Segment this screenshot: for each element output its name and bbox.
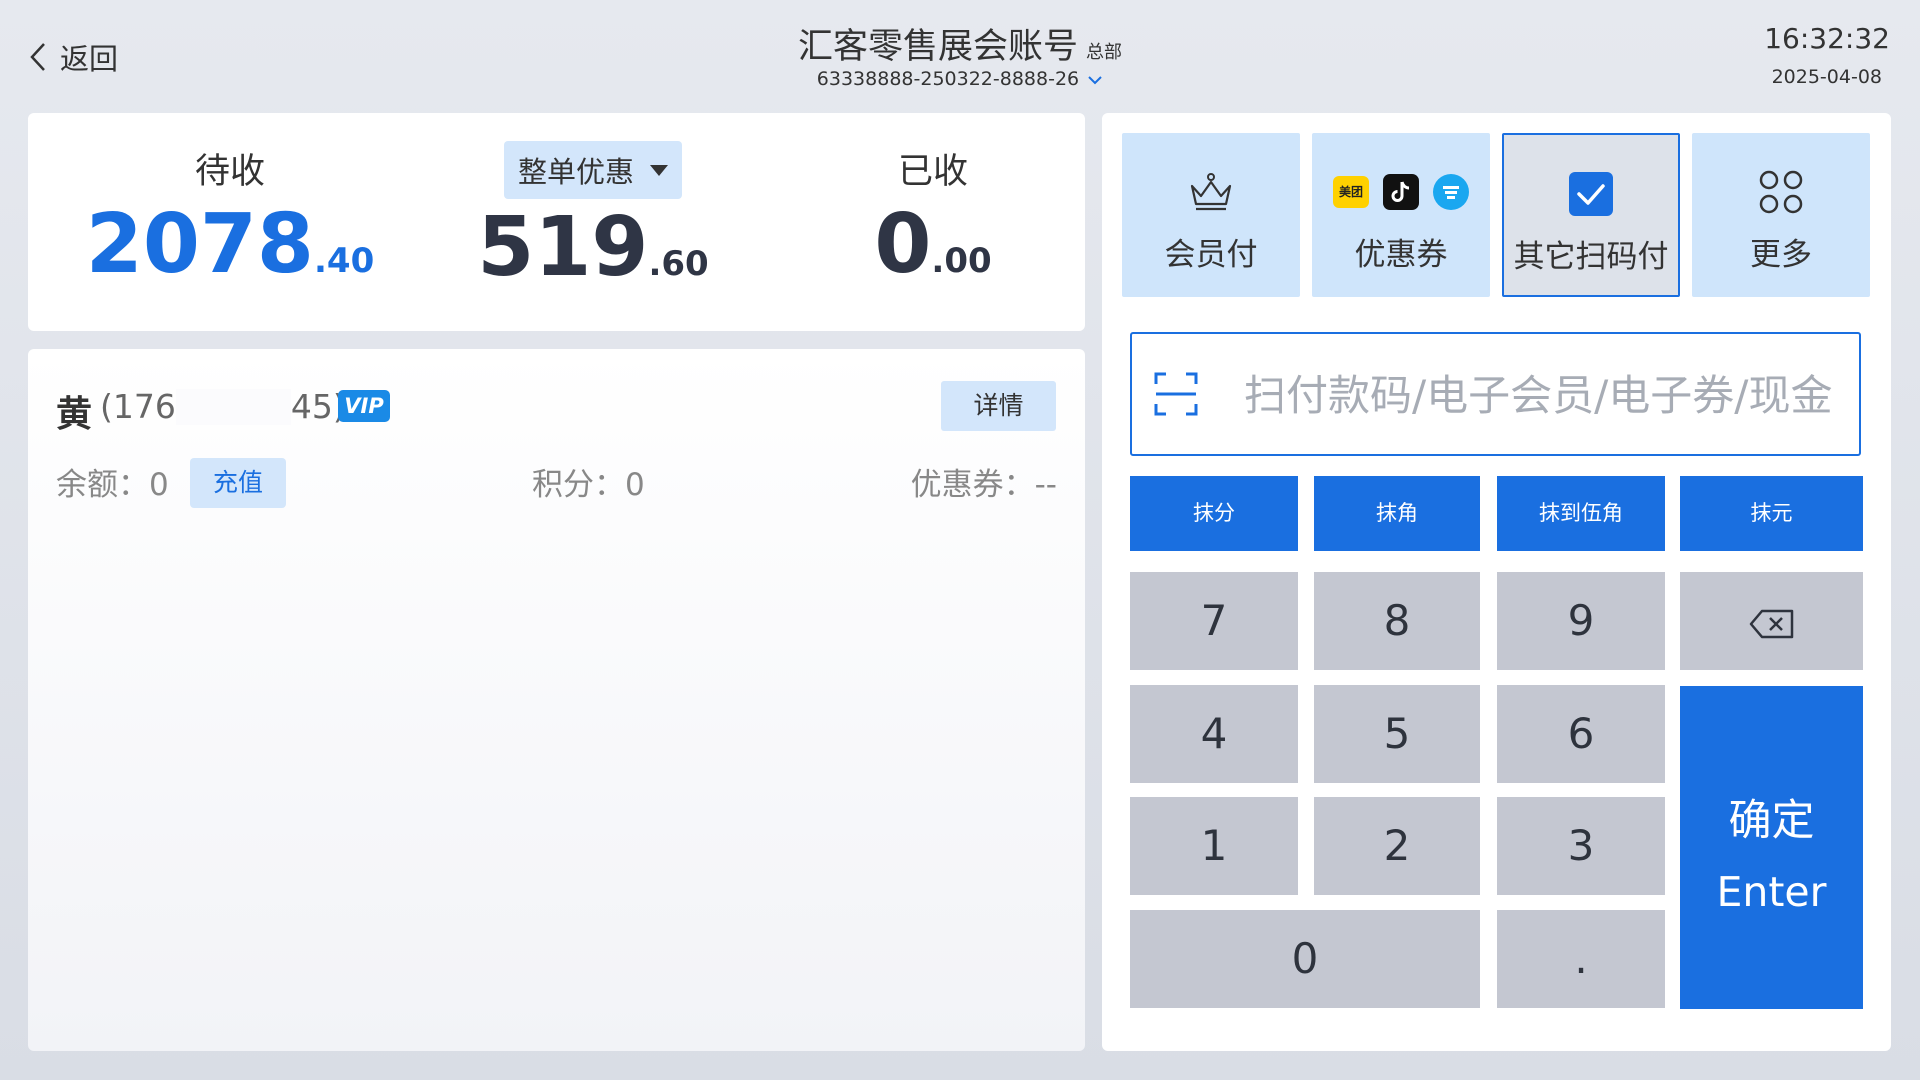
round-off-yuan-button[interactable]: 抹元 (1680, 476, 1863, 551)
pending-amount-block: 待收 2078.40 (85, 143, 375, 286)
pay-method-coupon[interactable]: 美团 优惠券 (1312, 133, 1490, 297)
crown-icon (1190, 173, 1232, 211)
pay-method-other-scan-label: 其它扫码付 (1513, 239, 1669, 275)
key-8[interactable]: 8 (1314, 572, 1480, 670)
order-number-selector[interactable]: 63338888-250322-8888-26 (0, 68, 1920, 90)
member-points: 积分：0 (532, 467, 645, 503)
member-name: 黄 (56, 394, 93, 435)
confirm-label: 确定 (1728, 796, 1815, 846)
confirm-enter-button[interactable]: 确定 Enter (1680, 686, 1863, 1009)
caret-down-icon (650, 164, 668, 176)
backspace-key[interactable] (1680, 572, 1863, 670)
key-4[interactable]: 4 (1130, 685, 1298, 783)
pay-method-other-scan[interactable]: 其它扫码付 (1502, 133, 1680, 297)
clock-time: 16:32:32 (1764, 22, 1890, 55)
member-detail-button[interactable]: 详情 (941, 381, 1056, 431)
key-9[interactable]: 9 (1497, 572, 1665, 670)
recharge-button[interactable]: 充值 (190, 458, 286, 508)
discount-amount-integer: 519 (477, 200, 649, 295)
amount-summary-panel: 待收 2078.40 整单优惠 519.60 已收 0.00 (28, 113, 1085, 331)
pending-amount: 2078.40 (85, 204, 375, 286)
key-2[interactable]: 2 (1314, 797, 1480, 895)
chevron-down-icon (1088, 75, 1102, 84)
key-0[interactable]: 0 (1130, 910, 1480, 1008)
member-phone: (176 45) (100, 387, 346, 426)
received-amount-block: 已收 0.00 (818, 143, 1048, 286)
store-tag: 总部 (1086, 42, 1122, 63)
received-amount: 0.00 (818, 204, 1048, 286)
discount-amount: 519.60 (443, 207, 743, 289)
received-label: 已收 (897, 152, 968, 192)
vip-badge: VIP (338, 390, 390, 422)
member-balance: 余额：0 (56, 467, 169, 503)
order-discount-label: 整单优惠 (517, 155, 634, 189)
member-phone-prefix: (176 (100, 387, 176, 426)
koubei-logo (1433, 174, 1469, 210)
pending-amount-integer: 2078 (85, 197, 314, 292)
douyin-logo (1383, 174, 1419, 210)
discount-amount-decimal: .60 (648, 244, 709, 284)
pay-method-member-label: 会员付 (1164, 237, 1258, 273)
enter-label: Enter (1716, 868, 1827, 916)
pay-method-more[interactable]: 更多 (1692, 133, 1870, 297)
discount-amount-block: 整单优惠 519.60 (443, 141, 743, 289)
clock-date: 2025-04-08 (1771, 66, 1882, 88)
phone-redaction-mask (175, 388, 291, 425)
key-7[interactable]: 7 (1130, 572, 1298, 670)
order-discount-dropdown[interactable]: 整单优惠 (503, 141, 682, 199)
key-1[interactable]: 1 (1130, 797, 1298, 895)
scan-icon (1154, 372, 1198, 416)
page-title-area: 汇客零售展会账号 总部 (0, 18, 1920, 69)
round-off-fen-button[interactable]: 抹分 (1130, 476, 1298, 551)
order-number: 63338888-250322-8888-26 (816, 68, 1080, 90)
pay-method-coupon-label: 优惠券 (1354, 237, 1448, 273)
apps-grid-icon (1759, 170, 1803, 214)
key-5[interactable]: 5 (1314, 685, 1480, 783)
member-panel: 黄 (176 45) VIP 详情 余额：0 充值 积分：0 优惠券：-- (28, 349, 1085, 1051)
page-title: 汇客零售展会账号 (797, 27, 1078, 67)
key-3[interactable]: 3 (1497, 797, 1665, 895)
round-to-half-yuan-button[interactable]: 抹到伍角 (1497, 476, 1665, 551)
round-off-jiao-button[interactable]: 抹角 (1314, 476, 1480, 551)
key-6[interactable]: 6 (1497, 685, 1665, 783)
pay-method-member[interactable]: 会员付 (1122, 133, 1300, 297)
pending-label: 待收 (194, 152, 265, 192)
received-amount-integer: 0 (874, 197, 932, 292)
pending-amount-decimal: .40 (314, 241, 375, 281)
pay-method-more-label: 更多 (1750, 237, 1812, 273)
received-amount-decimal: .00 (931, 241, 992, 281)
backspace-icon (1749, 609, 1793, 638)
payment-code-input[interactable] (1242, 354, 1846, 436)
payment-panel: 会员付 美团 优惠券 其它扫码付 更多 扫付款码/电子会员/电子券/现金 抹分 … (1102, 113, 1891, 1051)
payment-code-input-box[interactable] (1130, 332, 1861, 456)
member-coupons: 优惠券：-- (910, 467, 1057, 503)
key-decimal-point[interactable]: . (1497, 910, 1665, 1008)
meituan-logo: 美团 (1333, 176, 1369, 208)
checkbox-checked-icon (1569, 172, 1613, 216)
